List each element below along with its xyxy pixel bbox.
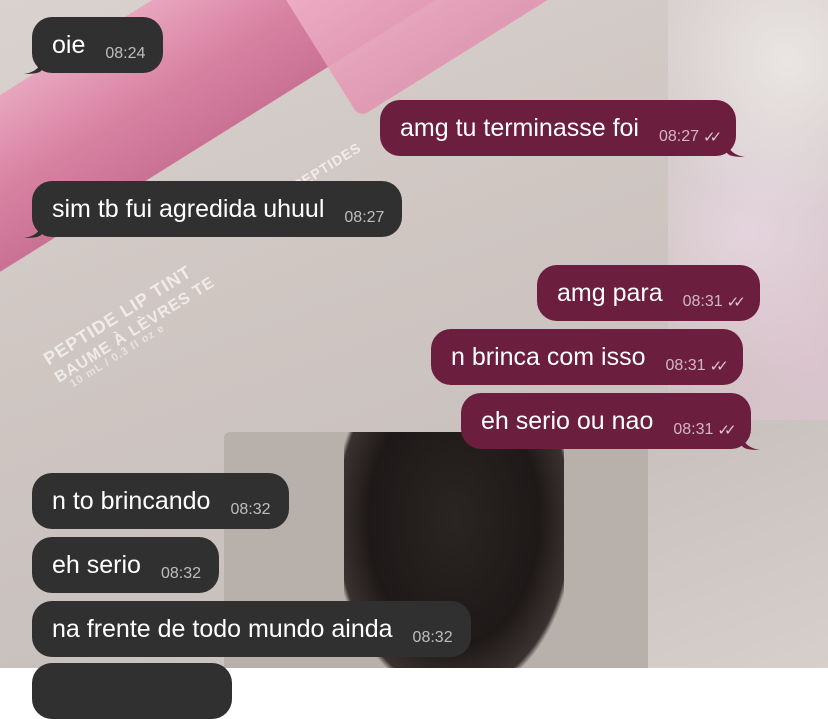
message-time: 08:31 ✓✓ — [665, 357, 729, 375]
message-time: 08:32 — [160, 565, 201, 582]
message-text: eh serio — [52, 550, 141, 579]
bubble-tail — [24, 220, 42, 238]
message-incoming[interactable]: eh serio 08:32 — [32, 537, 219, 593]
message-outgoing[interactable]: n brinca com isso 08:31 ✓✓ — [431, 329, 743, 385]
message-time: 08:24 — [105, 45, 146, 62]
bubble-tail — [741, 432, 760, 450]
message-incoming-partial[interactable] — [32, 663, 232, 719]
double-check-icon: ✓✓ — [703, 129, 722, 146]
message-text: amg para — [557, 278, 663, 307]
message-incoming[interactable]: n to brincando 08:32 — [32, 473, 289, 529]
message-text: amg tu terminasse foi — [400, 113, 639, 142]
message-incoming[interactable]: sim tb fui agredida uhuul 08:27 — [24, 181, 403, 238]
message-time: 08:27 — [344, 209, 385, 226]
message-time: 08:31 ✓✓ — [682, 293, 746, 311]
double-check-icon: ✓✓ — [717, 422, 736, 439]
message-text: na frente de todo mundo ainda — [52, 614, 393, 643]
bubble-tail — [727, 139, 746, 157]
message-incoming[interactable]: na frente de todo mundo ainda 08:32 — [32, 601, 471, 657]
message-text: eh serio ou nao — [481, 406, 654, 435]
message-text: n to brincando — [52, 486, 211, 515]
message-time: 08:32 — [230, 501, 271, 518]
double-check-icon: ✓✓ — [709, 358, 729, 375]
message-text: n brinca com isso — [451, 342, 646, 371]
message-time: 08:31 ✓✓ — [673, 421, 736, 439]
message-outgoing[interactable]: amg para 08:31 ✓✓ — [537, 265, 760, 321]
double-check-icon: ✓✓ — [726, 294, 746, 311]
bubble-tail — [24, 56, 42, 74]
message-incoming[interactable]: oie 08:24 — [24, 17, 164, 74]
message-outgoing[interactable]: eh serio ou nao 08:31 ✓✓ — [461, 393, 760, 450]
message-time: 08:32 — [412, 629, 453, 646]
message-outgoing[interactable]: amg tu terminasse foi 08:27 ✓✓ — [380, 100, 746, 157]
message-text: sim tb fui agredida uhuul — [52, 194, 325, 223]
message-time: 08:27 ✓✓ — [659, 128, 722, 146]
message-text: oie — [52, 30, 86, 59]
